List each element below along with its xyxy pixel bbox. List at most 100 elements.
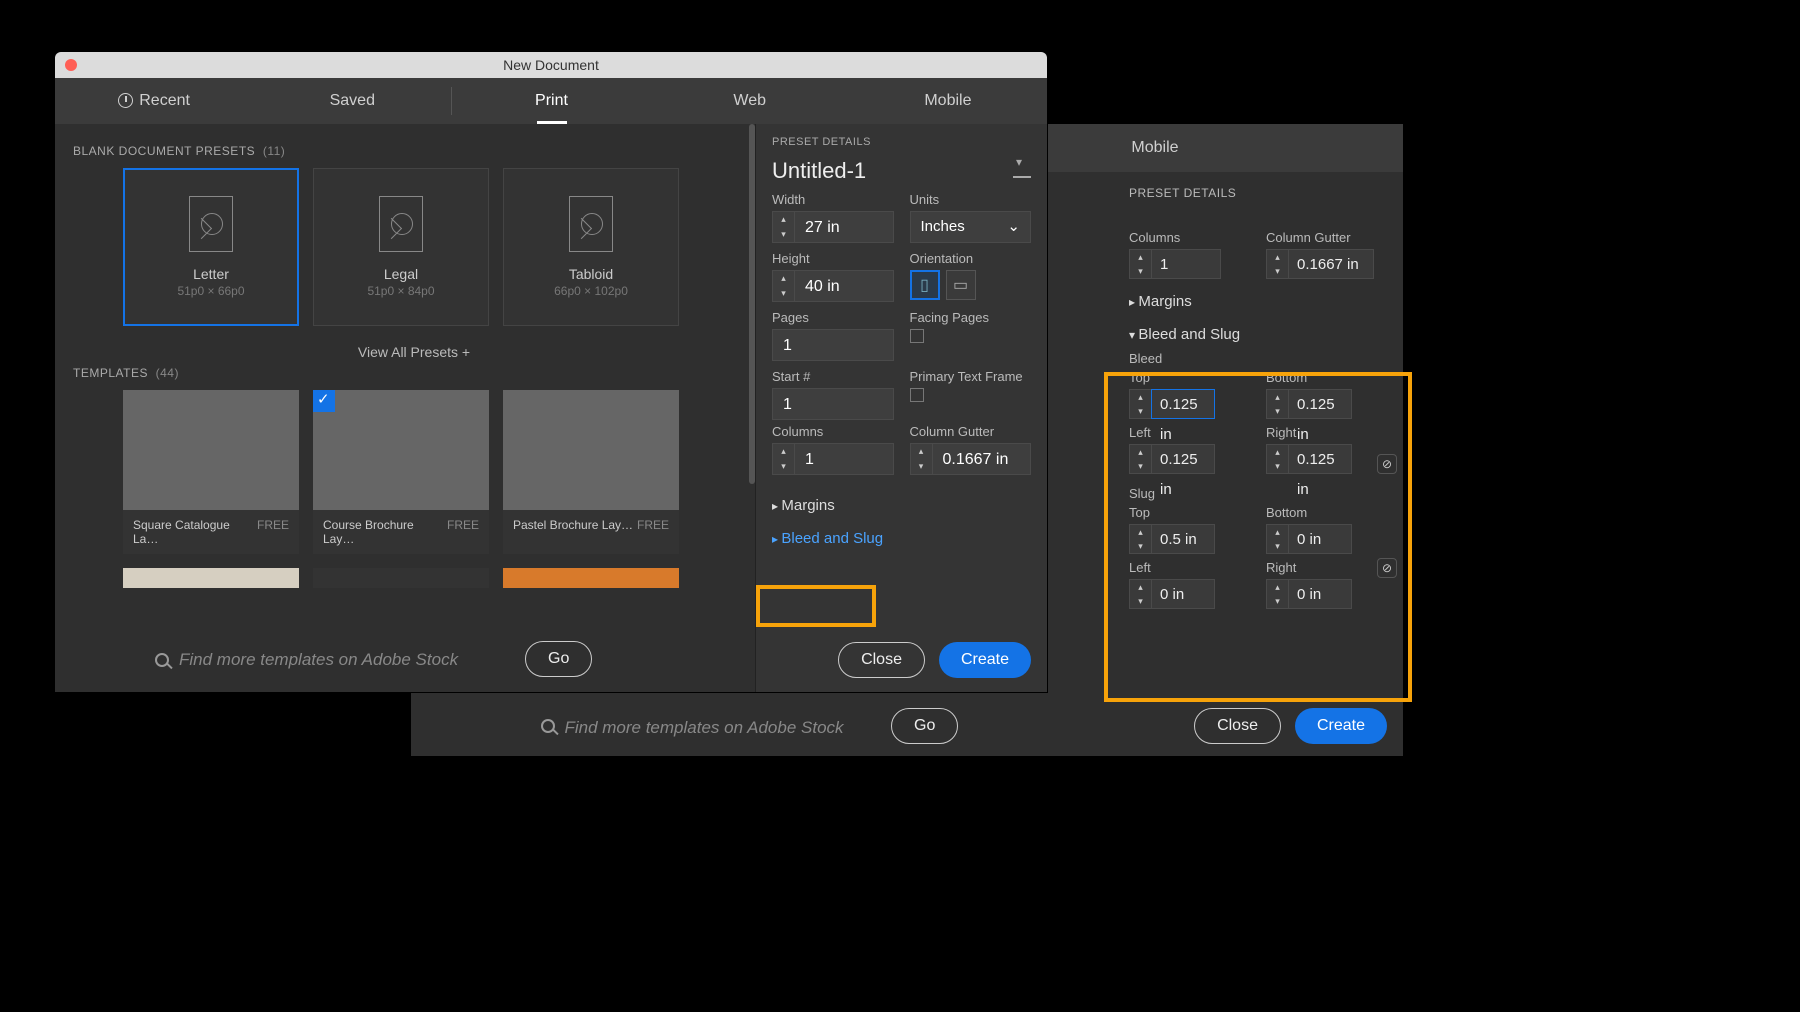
bleed-top-stepper[interactable]: ▴▾ [1129,389,1151,419]
document-name[interactable]: Untitled-1 [772,158,866,184]
back-close-button[interactable]: Close [1194,708,1281,744]
margins-disclosure[interactable]: Margins [772,489,1031,522]
tab-web[interactable]: Web [651,78,849,124]
facing-pages-label: Facing Pages [910,310,1032,325]
bleed-right-label: Right [1266,425,1387,440]
slug-top-value[interactable]: 0.5 in [1151,524,1215,554]
back-preset-details-panel: PRESET DETAILS Columns ▴▾1 Column Gutter… [1113,186,1403,609]
orientation-landscape[interactable]: ▭ [946,270,976,300]
preset-details-label: PRESET DETAILS [772,136,1031,148]
slug-top-stepper[interactable]: ▴▾ [1129,524,1151,554]
template-thumbnail [313,390,489,510]
template-item[interactable]: Pastel Brochure Lay…FREE [503,390,679,554]
template-thumbnail [123,390,299,510]
slug-bottom-label: Bottom [1266,505,1387,520]
new-document-window: New Document Recent Saved Print Web Mobi… [55,52,1047,692]
bleed-bottom-value[interactable]: 0.125 in [1288,389,1352,419]
width-input[interactable]: 27 in [794,211,894,243]
bleed-top-value[interactable]: 0.125 in [1151,389,1215,419]
columns-input[interactable]: 1 [794,443,894,475]
tab-recent[interactable]: Recent [55,78,253,124]
template-thumbnail [503,390,679,510]
bleed-top-label: Top [1129,370,1250,385]
bleed-left-stepper[interactable]: ▴▾ [1129,444,1151,474]
clock-icon [118,93,133,108]
bleed-left-label: Left [1129,425,1250,440]
pages-input[interactable]: 1 [772,329,894,361]
orientation-label: Orientation [910,251,1032,266]
preset-letter[interactable]: Letter 51p0 × 66p0 [123,168,299,326]
template-item[interactable]: Square Catalogue La…FREE [123,390,299,554]
create-button[interactable]: Create [939,642,1031,678]
slug-top-label: Top [1129,505,1250,520]
orientation-portrait[interactable]: ▯ [910,270,940,300]
height-stepper[interactable]: ▴▾ [772,270,794,302]
height-input[interactable]: 40 in [794,270,894,302]
window-title: New Document [77,57,1025,73]
height-label: Height [772,251,894,266]
close-button[interactable]: Close [838,642,925,678]
bleed-right-stepper[interactable]: ▴▾ [1266,444,1288,474]
columns-stepper[interactable]: ▴▾ [772,443,794,475]
preset-legal[interactable]: Legal 51p0 × 84p0 [313,168,489,326]
back-columns-value[interactable]: 1 [1151,249,1221,279]
width-stepper[interactable]: ▴▾ [772,211,794,243]
start-input[interactable]: 1 [772,388,894,420]
units-select[interactable]: Inches⌄ [910,211,1032,243]
back-stock-search[interactable]: Find more templates on Adobe Stock [541,718,844,738]
bleedslug-disclosure[interactable]: Bleed and Slug [772,522,1031,555]
facing-pages-checkbox[interactable] [910,329,924,343]
scrollbar[interactable] [749,124,755,484]
close-traffic-light[interactable] [65,59,77,71]
template-item[interactable]: Course Brochure Lay…FREE [313,390,489,554]
slug-left-label: Left [1129,560,1250,575]
go-button[interactable]: Go [525,641,592,677]
document-icon [189,196,233,252]
bleed-bottom-label: Bottom [1266,370,1387,385]
templates-header: TEMPLATES (44) [73,366,755,380]
back-gutter-label: Column Gutter [1266,230,1387,245]
bleed-right-value[interactable]: 0.125 in [1288,444,1352,474]
slug-bottom-value[interactable]: 0 in [1288,524,1352,554]
back-create-button[interactable]: Create [1295,708,1387,744]
gutter-stepper[interactable]: ▴▾ [1266,249,1288,279]
slug-right-label: Right [1266,560,1387,575]
columns-stepper[interactable]: ▴▾ [1129,249,1151,279]
preset-tabloid[interactable]: Tabloid 66p0 × 102p0 [503,168,679,326]
back-go-button[interactable]: Go [891,708,958,744]
back-gutter-value[interactable]: 0.1667 in [1288,249,1374,279]
landscape-icon: ▭ [953,275,968,295]
tab-mobile[interactable]: Mobile [849,78,1047,124]
back-margins-disclosure[interactable]: Margins [1113,285,1403,318]
columns-label: Columns [772,424,894,439]
slug-right-value[interactable]: 0 in [1288,579,1352,609]
bleed-section-label: Bleed [1129,351,1387,366]
back-columns-label: Columns [1129,230,1250,245]
gutter-label: Column Gutter [910,424,1032,439]
document-icon [379,196,423,252]
bleed-link-icon[interactable]: ⊘ [1377,454,1397,474]
tab-print[interactable]: Print [452,78,650,124]
bleed-bottom-stepper[interactable]: ▴▾ [1266,389,1288,419]
slug-link-icon[interactable]: ⊘ [1377,558,1397,578]
slug-left-value[interactable]: 0 in [1151,579,1215,609]
gutter-stepper[interactable]: ▴▾ [910,443,932,475]
slug-left-stepper[interactable]: ▴▾ [1129,579,1151,609]
preset-details-panel: PRESET DETAILS Untitled-1 Width ▴▾27 in … [755,124,1047,692]
save-preset-icon[interactable] [1013,164,1031,178]
gutter-input[interactable]: 0.1667 in [932,443,1032,475]
search-icon [541,719,555,733]
pages-label: Pages [772,310,894,325]
tab-saved[interactable]: Saved [253,78,451,124]
start-label: Start # [772,369,894,384]
width-label: Width [772,192,894,207]
blank-presets-header: BLANK DOCUMENT PRESETS (11) [73,144,755,158]
slug-right-stepper[interactable]: ▴▾ [1266,579,1288,609]
stock-search[interactable]: Find more templates on Adobe Stock [155,650,458,670]
units-label: Units [910,192,1032,207]
primary-frame-checkbox[interactable] [910,388,924,402]
slug-bottom-stepper[interactable]: ▴▾ [1266,524,1288,554]
back-bleedslug-disclosure[interactable]: Bleed and Slug [1113,318,1403,351]
bleed-left-value[interactable]: 0.125 in [1151,444,1215,474]
view-all-presets[interactable]: View All Presets [73,344,755,360]
